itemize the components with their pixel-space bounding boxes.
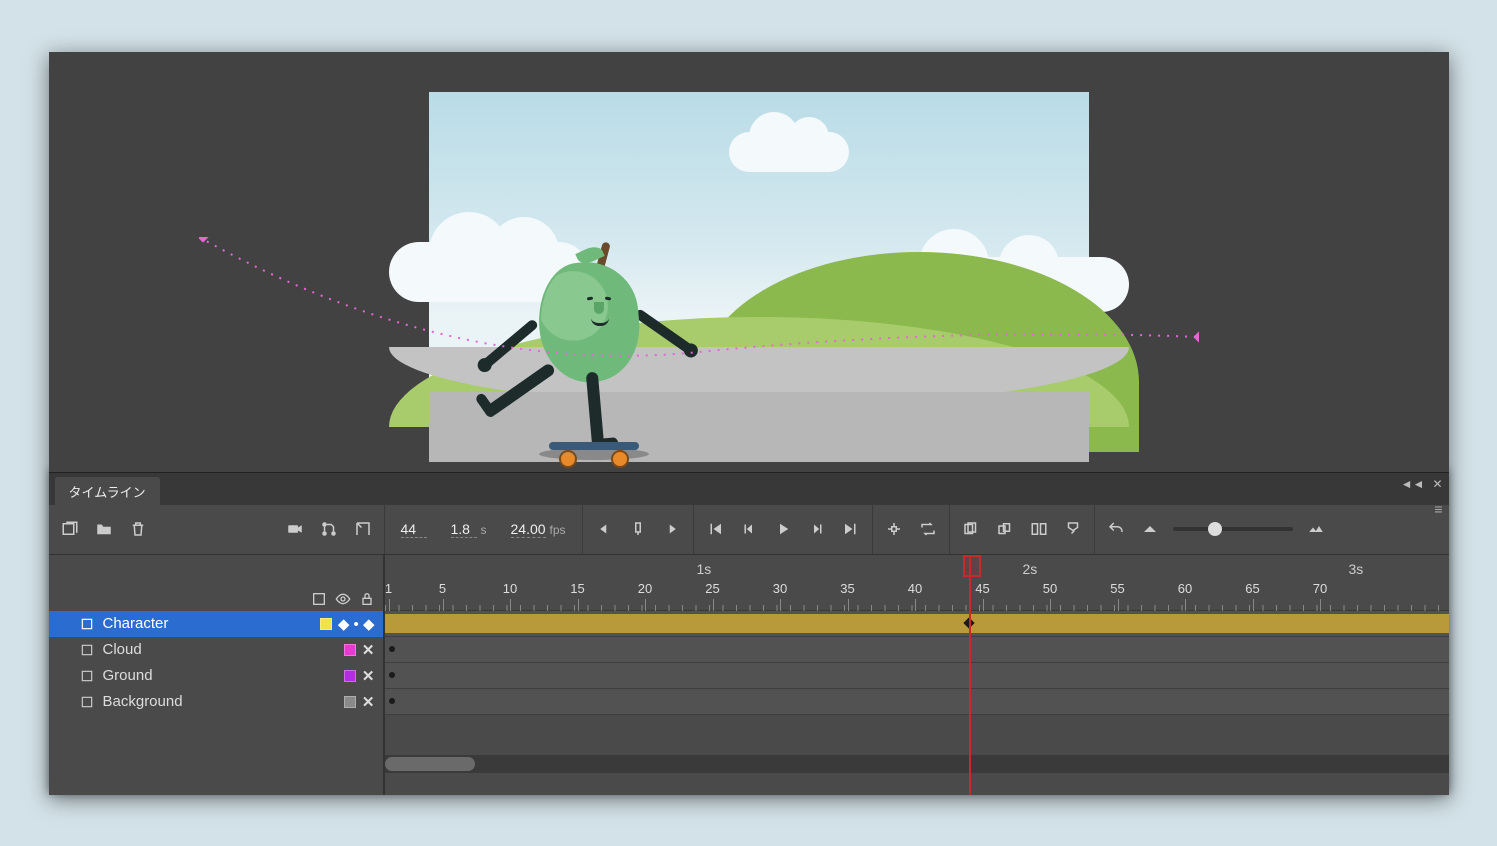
prev-button[interactable] [593, 518, 615, 540]
highlight-toggle-icon[interactable] [311, 591, 327, 607]
center-frame-button[interactable] [883, 518, 905, 540]
panel-menu-icon[interactable]: ≡ [1434, 501, 1442, 517]
new-folder-button[interactable] [93, 518, 115, 540]
ruler-frame-number: 20 [638, 581, 652, 596]
ruler-second-label: 3s [1349, 561, 1364, 577]
layer-color-swatch[interactable] [344, 670, 356, 682]
scroll-to-playhead-button[interactable] [1139, 518, 1161, 540]
keyframe-icon: ◆ • ◆ [338, 615, 375, 633]
track-row[interactable] [385, 637, 1449, 663]
zoom-slider[interactable] [1173, 527, 1293, 531]
layer-type-icon [79, 616, 95, 632]
track-column[interactable]: 1s2s3s 1510152025303540455055606570 [385, 555, 1449, 795]
timeline-body: Character ◆ • ◆ Cloud ✕ Ground ✕ Backgro… [49, 555, 1449, 795]
layer-row[interactable]: Ground ✕ [49, 663, 383, 689]
track-row[interactable] [385, 611, 1449, 637]
export-button[interactable] [352, 518, 374, 540]
layer-type-icon [79, 668, 95, 684]
timeline-ruler[interactable]: 1s2s3s 1510152025303540455055606570 [385, 555, 1449, 611]
layer-parenting-button[interactable] [318, 518, 340, 540]
camera-button[interactable] [284, 518, 306, 540]
cloud-graphic [729, 132, 849, 172]
ruler-frame-number: 70 [1313, 581, 1327, 596]
panel-tabbar: タイムライン ◄◄ ✕ ≡ [49, 473, 1449, 505]
ruler-second-label: 2s [1023, 561, 1038, 577]
layer-name-label: Ground [103, 667, 311, 684]
ruler-frame-number: 50 [1043, 581, 1057, 596]
ruler-frame-number: 15 [570, 581, 584, 596]
layer-row[interactable]: Character ◆ • ◆ [49, 611, 383, 637]
layer-color-swatch[interactable] [320, 618, 332, 630]
layer-color-swatch[interactable] [344, 644, 356, 656]
timeline-toolbar: 44 1.8 s 24.00 fps [49, 505, 1449, 555]
ruler-frame-number: 30 [773, 581, 787, 596]
ruler-frame-number: 40 [908, 581, 922, 596]
ruler-frame-number: 35 [840, 581, 854, 596]
undo-button[interactable] [1105, 518, 1127, 540]
stage-area[interactable] [49, 52, 1449, 472]
horizontal-scrollbar[interactable] [385, 755, 1449, 773]
animation-app: タイムライン ◄◄ ✕ ≡ [49, 52, 1449, 795]
modify-markers-button[interactable] [1062, 518, 1084, 540]
layer-column: Character ◆ • ◆ Cloud ✕ Ground ✕ Backgro… [49, 555, 385, 795]
frame-marker-button[interactable] [627, 518, 649, 540]
motion-tween-span[interactable] [385, 614, 1449, 633]
no-keyframe-icon: ✕ [362, 641, 375, 659]
layer-name-label: Character [103, 615, 311, 632]
play-button[interactable] [772, 518, 794, 540]
character-symbol[interactable] [469, 242, 689, 462]
ruler-frame-number: 45 [975, 581, 989, 596]
collapse-panel-icon[interactable]: ◄◄ [1401, 477, 1425, 491]
no-keyframe-icon: ✕ [362, 667, 375, 685]
lock-toggle-icon[interactable] [359, 591, 375, 607]
layer-name-label: Background [103, 693, 311, 710]
timeline-panel: タイムライン ◄◄ ✕ ≡ [49, 472, 1449, 795]
fit-timeline-button[interactable] [1305, 518, 1327, 540]
onion-skin-button[interactable] [960, 518, 982, 540]
next-button[interactable] [661, 518, 683, 540]
ruler-frame-number: 10 [503, 581, 517, 596]
current-frame-field[interactable]: 44 [395, 521, 433, 538]
playhead[interactable] [969, 555, 971, 795]
visibility-toggle-icon[interactable] [335, 591, 351, 607]
last-frame-button[interactable] [840, 518, 862, 540]
step-back-button[interactable] [738, 518, 760, 540]
onion-outlines-button[interactable] [994, 518, 1016, 540]
stage-canvas[interactable] [429, 92, 1089, 462]
track-row[interactable] [385, 689, 1449, 715]
layer-row[interactable]: Cloud ✕ [49, 637, 383, 663]
track-row[interactable] [385, 663, 1449, 689]
layer-row[interactable]: Background ✕ [49, 689, 383, 715]
close-panel-icon[interactable]: ✕ [1432, 477, 1442, 491]
ruler-frame-number: 25 [705, 581, 719, 596]
layer-color-swatch[interactable] [344, 696, 356, 708]
ruler-frame-number: 55 [1110, 581, 1124, 596]
layer-type-icon [79, 642, 95, 658]
fps-field[interactable]: 24.00 fps [505, 521, 572, 538]
loop-button[interactable] [917, 518, 939, 540]
layer-type-icon [79, 694, 95, 710]
first-frame-button[interactable] [704, 518, 726, 540]
ruler-frame-number: 5 [439, 581, 446, 596]
layer-name-label: Cloud [103, 641, 311, 658]
delete-layer-button[interactable] [127, 518, 149, 540]
no-keyframe-icon: ✕ [362, 693, 375, 711]
timeline-tab[interactable]: タイムライン [55, 477, 160, 505]
ruler-frame-number: 1 [385, 581, 392, 596]
edit-multiple-button[interactable] [1028, 518, 1050, 540]
new-layer-button[interactable] [59, 518, 81, 540]
ruler-second-label: 1s [697, 561, 712, 577]
step-forward-button[interactable] [806, 518, 828, 540]
ruler-frame-number: 60 [1178, 581, 1192, 596]
elapsed-time-field[interactable]: 1.8 s [445, 521, 493, 538]
ruler-frame-number: 65 [1245, 581, 1259, 596]
